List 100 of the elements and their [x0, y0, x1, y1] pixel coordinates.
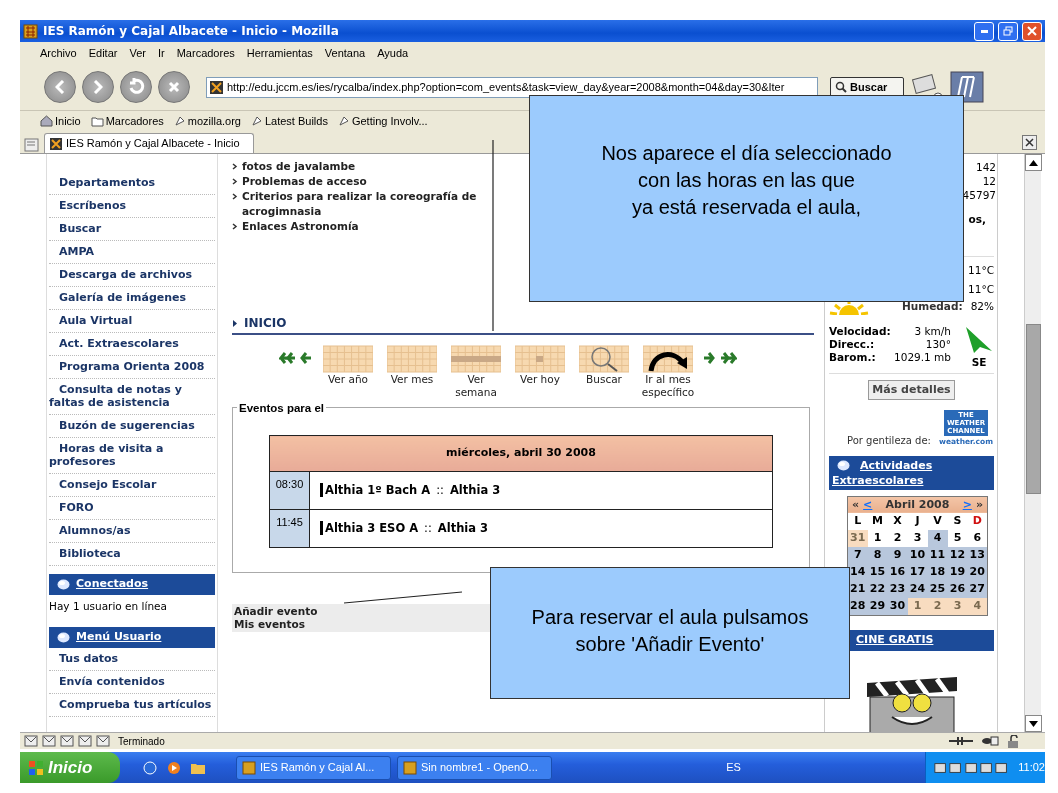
double-arrow-icon[interactable] — [719, 351, 737, 365]
details-button[interactable]: Más detalles — [868, 379, 955, 401]
sidebar-link[interactable]: Buzón de sugerencias — [49, 415, 215, 438]
stop-icon — [168, 81, 180, 93]
event-action-link[interactable]: Mis eventos — [234, 618, 305, 631]
sidebar-link[interactable]: Biblioteca — [49, 543, 215, 566]
browser-tab[interactable]: IES Ramón y Cajal Albacete - Inicio — [44, 133, 254, 153]
sidebar-link[interactable]: FORO — [49, 497, 215, 520]
bookmark-link[interactable]: Getting Involv... — [337, 112, 428, 130]
sidebar-link[interactable]: Programa Orienta 2008 — [49, 356, 215, 379]
menu-item[interactable]: Archivo — [38, 43, 79, 63]
calendar-view-link[interactable]: Ver semana — [447, 343, 505, 399]
scroll-thumb[interactable] — [1026, 324, 1041, 494]
arrow-icon[interactable] — [300, 351, 313, 365]
weather-value: 130° — [925, 338, 951, 351]
article-link[interactable]: fotos de javalambe — [242, 159, 356, 174]
reload-button[interactable] — [120, 71, 152, 103]
weather-value: 1029.1 mb — [894, 351, 951, 364]
header-text[interactable]: Menú Usuario — [76, 629, 162, 646]
event-link[interactable]: Althia 1º Bach A :: Althia 3 — [320, 482, 501, 497]
header-text[interactable]: Actividades Extraescolares — [832, 457, 991, 488]
sidebar-link[interactable]: Aula Virtual — [49, 310, 215, 333]
sidebar-link[interactable]: Descarga de archivos — [49, 264, 215, 287]
sidebar-link[interactable]: Escríbenos — [49, 195, 215, 218]
close-icon — [1027, 26, 1037, 36]
search-button[interactable]: Buscar — [830, 76, 904, 98]
forward-button[interactable] — [82, 71, 114, 103]
user-menu-link[interactable]: Envía contenidos — [49, 670, 215, 694]
close-icon — [1025, 138, 1034, 147]
menu-item[interactable]: Ventana — [322, 43, 368, 63]
date-header: miércoles, abril 30 2008 — [269, 435, 773, 472]
calendar-day[interactable]: 31 — [847, 530, 868, 547]
user-menu-link[interactable]: Comprueba tus artículos — [49, 693, 215, 717]
stat-value: 12 — [982, 175, 996, 187]
arrow-icon[interactable] — [703, 351, 716, 365]
windows-logo-icon — [28, 759, 44, 776]
sun-icon — [829, 299, 869, 315]
menu-item[interactable]: Ir — [155, 43, 167, 63]
menu-item[interactable]: Ayuda — [375, 43, 411, 63]
bookmark-icon — [173, 115, 186, 127]
reload-icon — [127, 78, 145, 96]
padlock-icon — [1007, 734, 1021, 748]
chevron-icon — [232, 223, 238, 230]
event-link[interactable]: Althia 3 ESO A :: Althia 3 — [320, 520, 489, 535]
calendar-icon — [323, 343, 373, 373]
callout-text: Nos aparece el día seleccionado con las horas en las que ya está reservada el aula, — [600, 141, 893, 220]
menu-item[interactable]: Marcadores — [174, 43, 237, 63]
menu-item[interactable]: Ver — [127, 43, 148, 63]
calendar-view-link[interactable]: Ver hoy — [511, 343, 569, 386]
sidebar-link[interactable]: Act. Extraescolares — [49, 333, 215, 356]
close-tab-button[interactable] — [1022, 135, 1037, 150]
taskbar-button[interactable]: Sin nombre1 - OpenO... — [397, 755, 552, 780]
section-title: INICIO — [244, 315, 287, 332]
article-link[interactable]: Criterios para realizar la coreografía de acrogimnasia — [242, 189, 522, 219]
next-year-link[interactable]: » — [975, 496, 983, 513]
calendar-view-link[interactable]: Buscar — [575, 343, 633, 386]
back-button[interactable] — [44, 71, 76, 103]
calendar-view-link[interactable]: Ver año — [319, 343, 377, 386]
taskbar-button[interactable]: IES Ramón y Cajal Al... — [236, 755, 391, 780]
stat-value: 45797 — [962, 189, 996, 201]
bookmark-link[interactable]: Marcadores — [90, 112, 164, 130]
bookmark-icon — [337, 115, 350, 127]
event-action-link[interactable]: Añadir evento — [234, 605, 318, 618]
previous-year-link[interactable]: « — [852, 496, 860, 513]
minimize-button[interactable] — [974, 21, 994, 41]
header-text[interactable]: Conectados — [76, 576, 149, 593]
header-text[interactable]: CINE GRATIS — [856, 631, 934, 649]
temperature-value: 11°C — [967, 282, 994, 297]
menu-item[interactable]: Herramientas — [244, 43, 315, 63]
sidebar-link[interactable]: Consejo Escolar — [49, 474, 215, 497]
calendar-view-link[interactable]: Ver mes — [383, 343, 441, 386]
chevron-icon — [232, 178, 238, 185]
scroll-down-button[interactable] — [1025, 715, 1042, 732]
mail-icon — [42, 735, 56, 747]
sidebar-link[interactable]: Horas de visita a profesores — [49, 438, 215, 474]
online-text: Hay 1 usuario en línea — [49, 599, 168, 614]
bookmark-link[interactable]: Inicio — [40, 112, 81, 130]
article-link[interactable]: Enlaces Astronomía — [242, 219, 359, 234]
scroll-up-button[interactable] — [1025, 154, 1042, 171]
sidebar-link[interactable]: Alumnos/as — [49, 520, 215, 543]
article-link[interactable]: Problemas de acceso — [242, 174, 367, 189]
close-button[interactable] — [1022, 21, 1042, 41]
restore-button[interactable] — [998, 21, 1018, 41]
window-icon — [242, 760, 256, 775]
address-field[interactable]: http://edu.jccm.es/ies/rycalba/index.php?option=com_events&task=view_day&year=2008&month=04&day=30&Iter — [206, 76, 818, 98]
user-menu-link[interactable]: Tus datos — [49, 647, 215, 671]
bookmark-link[interactable]: Latest Builds — [250, 112, 328, 130]
sidebar-link[interactable]: AMPA — [49, 241, 215, 264]
double-arrow-icon[interactable] — [279, 351, 297, 365]
bookmark-link[interactable]: mozilla.org — [173, 112, 241, 130]
calendar-day[interactable]: 7 — [847, 547, 868, 564]
site-icon — [49, 136, 63, 151]
site-icon — [209, 79, 224, 95]
menu-item[interactable]: Editar — [86, 43, 120, 63]
sidebar-link[interactable]: Departamentos — [49, 172, 215, 195]
sidebar-link[interactable]: Buscar — [49, 218, 215, 241]
stop-button[interactable] — [158, 71, 190, 103]
calendar-view-link[interactable]: Ir al mes específico — [639, 343, 697, 399]
sidebar-link[interactable]: Galería de imágenes — [49, 287, 215, 310]
sidebar-link[interactable]: Consulta de notas y faltas de asistencia — [49, 379, 215, 415]
